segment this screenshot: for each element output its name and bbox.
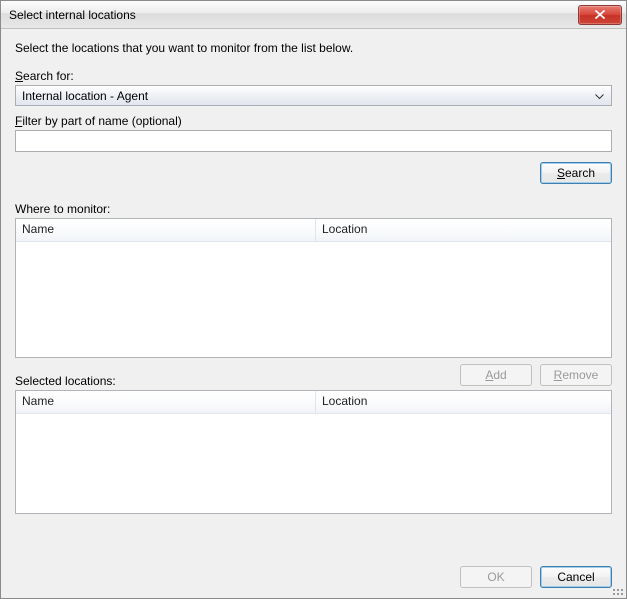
remove-button: Remove: [540, 364, 612, 386]
selected-list-body: [16, 414, 611, 513]
dialog-footer: OK Cancel: [1, 556, 626, 598]
dialog-content: Select the locations that you want to mo…: [1, 29, 626, 556]
cancel-button[interactable]: Cancel: [540, 566, 612, 588]
close-icon: [595, 10, 605, 19]
monitor-listview[interactable]: Name Location: [15, 218, 612, 358]
instruction-text: Select the locations that you want to mo…: [15, 41, 612, 55]
monitor-list-body: [16, 242, 611, 357]
selected-list-header: Name Location: [16, 391, 611, 414]
dialog-window: Select internal locations Select the loc…: [0, 0, 627, 599]
titlebar: Select internal locations: [1, 1, 626, 29]
selected-col-name[interactable]: Name: [16, 391, 316, 413]
search-button[interactable]: Search: [540, 162, 612, 184]
where-to-monitor-label: Where to monitor:: [15, 202, 612, 216]
selected-listview[interactable]: Name Location: [15, 390, 612, 514]
add-button: Add: [460, 364, 532, 386]
monitor-col-name[interactable]: Name: [16, 219, 316, 241]
filter-input[interactable]: [15, 130, 612, 152]
chevron-down-icon: [591, 89, 607, 103]
monitor-col-location[interactable]: Location: [316, 219, 611, 241]
selected-col-location[interactable]: Location: [316, 391, 611, 413]
window-title: Select internal locations: [9, 8, 578, 22]
search-for-value: Internal location - Agent: [22, 89, 591, 103]
filter-label: Filter by part of name (optional): [15, 114, 612, 128]
ok-button: OK: [460, 566, 532, 588]
monitor-list-header: Name Location: [16, 219, 611, 242]
resize-grip[interactable]: [610, 582, 624, 596]
search-for-dropdown[interactable]: Internal location - Agent: [15, 85, 612, 106]
close-button[interactable]: [578, 5, 622, 25]
search-for-label: Search for:: [15, 69, 612, 83]
